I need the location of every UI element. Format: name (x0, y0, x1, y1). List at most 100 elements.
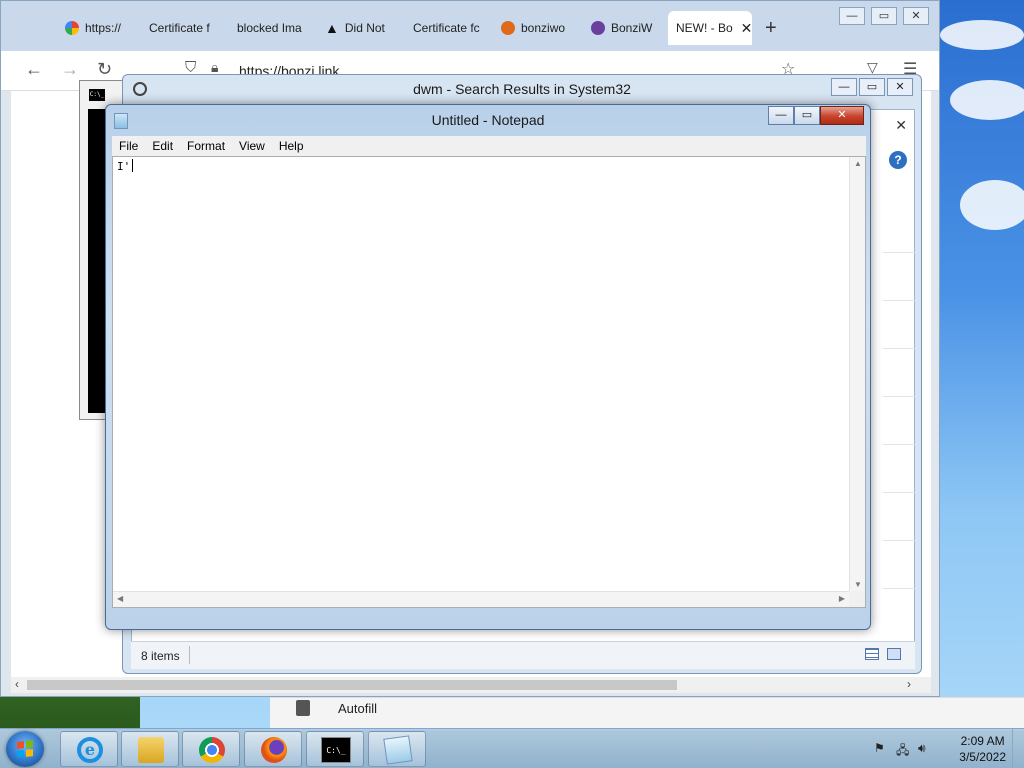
clock-time: 2:09 AM (960, 734, 1005, 748)
maximize-button[interactable]: ▭ (859, 78, 885, 96)
notepad-titlebar[interactable]: Untitled - Notepad — ▭ ✕ (106, 105, 870, 135)
tab-bonziworld[interactable]: bonziwo (493, 11, 579, 45)
back-arrow-icon[interactable]: ← (25, 59, 43, 80)
internet-explorer-icon: e (77, 737, 103, 763)
notepad-content[interactable]: I' (117, 159, 134, 173)
clear-search-icon[interactable]: ✕ (895, 117, 907, 134)
menu-view[interactable]: View (232, 139, 272, 153)
warning-icon: ▲ (325, 20, 339, 36)
tab-certificate-2[interactable]: Certificate fc (405, 11, 487, 45)
list-item[interactable] (883, 541, 915, 589)
list-item[interactable] (883, 349, 915, 397)
scroll-up-arrow-icon[interactable]: ▲ (850, 159, 866, 168)
menu-edit[interactable]: Edit (145, 139, 180, 153)
menu-help[interactable]: Help (272, 139, 311, 153)
minimize-button[interactable]: — (839, 7, 865, 25)
text-caret (132, 159, 134, 172)
notepad-vertical-scrollbar[interactable]: ▲ ▼ (849, 157, 865, 591)
notepad-icon (383, 735, 413, 765)
clock-date: 3/5/2022 (959, 750, 1006, 764)
explorer-titlebar[interactable]: dwm - Search Results in System32 — ▭ ✕ (123, 75, 921, 105)
close-button[interactable]: ✕ (887, 78, 913, 96)
explorer-status-bar: 8 items (131, 641, 915, 669)
tab-bonziw[interactable]: BonziW (583, 11, 663, 45)
action-center-flag-icon[interactable]: ⚑ (874, 741, 888, 755)
tab-did-not[interactable]: ▲ Did Not (317, 11, 397, 45)
tab-blocked-image[interactable]: blocked Ima (229, 11, 307, 45)
bonzi-purple-icon (591, 21, 605, 35)
system-clock[interactable]: 2:09 AM 3/5/2022 (959, 733, 1006, 765)
cmd-icon: C:\_ (89, 89, 105, 101)
scroll-right-arrow-icon[interactable]: › (907, 677, 911, 691)
list-item[interactable] (883, 205, 915, 253)
notepad-title: Untitled - Notepad (431, 112, 545, 128)
tab-new-bonzi[interactable]: NEW! - Bo ✕ (668, 11, 752, 45)
scrollbar-corner (849, 591, 865, 607)
clipboard-icon (296, 700, 310, 716)
show-desktop-button[interactable] (1012, 729, 1024, 768)
close-button[interactable]: ✕ (903, 7, 929, 25)
list-item[interactable] (883, 301, 915, 349)
forward-arrow-icon[interactable]: → (61, 59, 79, 80)
details-view-icon[interactable] (865, 648, 879, 660)
windows-logo-icon (17, 740, 33, 758)
taskbar-ie-button[interactable]: e (60, 731, 118, 767)
list-item[interactable] (883, 445, 915, 493)
system-tray: ⚑ 🖧︎ 🔊︎ 2:09 AM 3/5/2022 (854, 729, 1024, 768)
notepad-text-area[interactable]: I' ▲ ▼ ◀ ▶ (112, 156, 866, 608)
autofill-label[interactable]: Autofill (338, 701, 377, 716)
tab-strip: https:// Certificate f blocked Ima ▲ Did… (1, 1, 939, 51)
new-tab-button[interactable]: + (765, 17, 777, 40)
reload-icon[interactable]: ↻ (97, 59, 112, 80)
network-icon[interactable]: 🖧︎ (896, 741, 910, 757)
wallpaper-cloud (950, 80, 1024, 120)
browser-window-controls: — ▭ ✕ (839, 7, 929, 25)
wallpaper-cloud (940, 20, 1024, 50)
list-item[interactable] (883, 397, 915, 445)
scroll-left-arrow-icon[interactable]: ‹ (15, 677, 19, 691)
notepad-horizontal-scrollbar[interactable]: ◀ ▶ (113, 591, 849, 607)
taskbar-chrome-button[interactable] (182, 731, 240, 767)
notepad-menubar: File Edit Format View Help (112, 136, 866, 156)
google-icon (65, 21, 79, 35)
maximize-button[interactable]: ▭ (794, 106, 820, 125)
taskbar-cmd-button[interactable]: C:\_ (306, 731, 364, 767)
taskbar-firefox-button[interactable] (244, 731, 302, 767)
chrome-icon (199, 737, 225, 763)
help-icon[interactable]: ? (889, 151, 907, 169)
status-divider (189, 646, 190, 664)
menu-format[interactable]: Format (180, 139, 232, 153)
scroll-right-arrow-icon[interactable]: ▶ (839, 594, 845, 603)
cmd-icon: C:\_ (321, 737, 351, 763)
bonzi-icon (501, 21, 515, 35)
minimize-button[interactable]: — (768, 106, 794, 125)
taskbar: e C:\_ ⚑ 🖧︎ 🔊︎ 2:09 AM 3/5/2022 (0, 728, 1024, 768)
scrollbar-thumb[interactable] (27, 680, 677, 690)
taskbar-explorer-button[interactable] (121, 731, 179, 767)
maximize-button[interactable]: ▭ (871, 7, 897, 25)
close-button[interactable]: ✕ (820, 106, 864, 125)
volume-icon[interactable]: 🔊︎ (918, 741, 932, 755)
page-bottom-panel (270, 697, 1024, 730)
tab-certificate-1[interactable]: Certificate f (141, 11, 221, 45)
list-item[interactable] (883, 253, 915, 301)
firefox-icon (261, 737, 287, 763)
folder-icon (138, 737, 164, 763)
scroll-down-arrow-icon[interactable]: ▼ (850, 580, 866, 589)
tab-google[interactable]: https:// (57, 11, 133, 45)
taskbar-notepad-button[interactable] (368, 731, 426, 767)
browser-horizontal-scrollbar[interactable]: ‹ › (11, 677, 931, 693)
preview-view-icon[interactable] (887, 648, 901, 660)
wallpaper-cloud (960, 180, 1024, 230)
menu-file[interactable]: File (112, 139, 145, 153)
notepad-window-controls: — ▭ ✕ (768, 106, 864, 125)
explorer-title: dwm - Search Results in System32 (413, 81, 631, 97)
item-count: 8 items (141, 649, 180, 663)
close-tab-icon[interactable]: ✕ (741, 20, 752, 37)
scroll-left-arrow-icon[interactable]: ◀ (117, 594, 123, 603)
start-button[interactable] (6, 731, 44, 767)
explorer-row-list (883, 205, 915, 589)
explorer-window-controls: — ▭ ✕ (831, 78, 913, 96)
list-item[interactable] (883, 493, 915, 541)
minimize-button[interactable]: — (831, 78, 857, 96)
